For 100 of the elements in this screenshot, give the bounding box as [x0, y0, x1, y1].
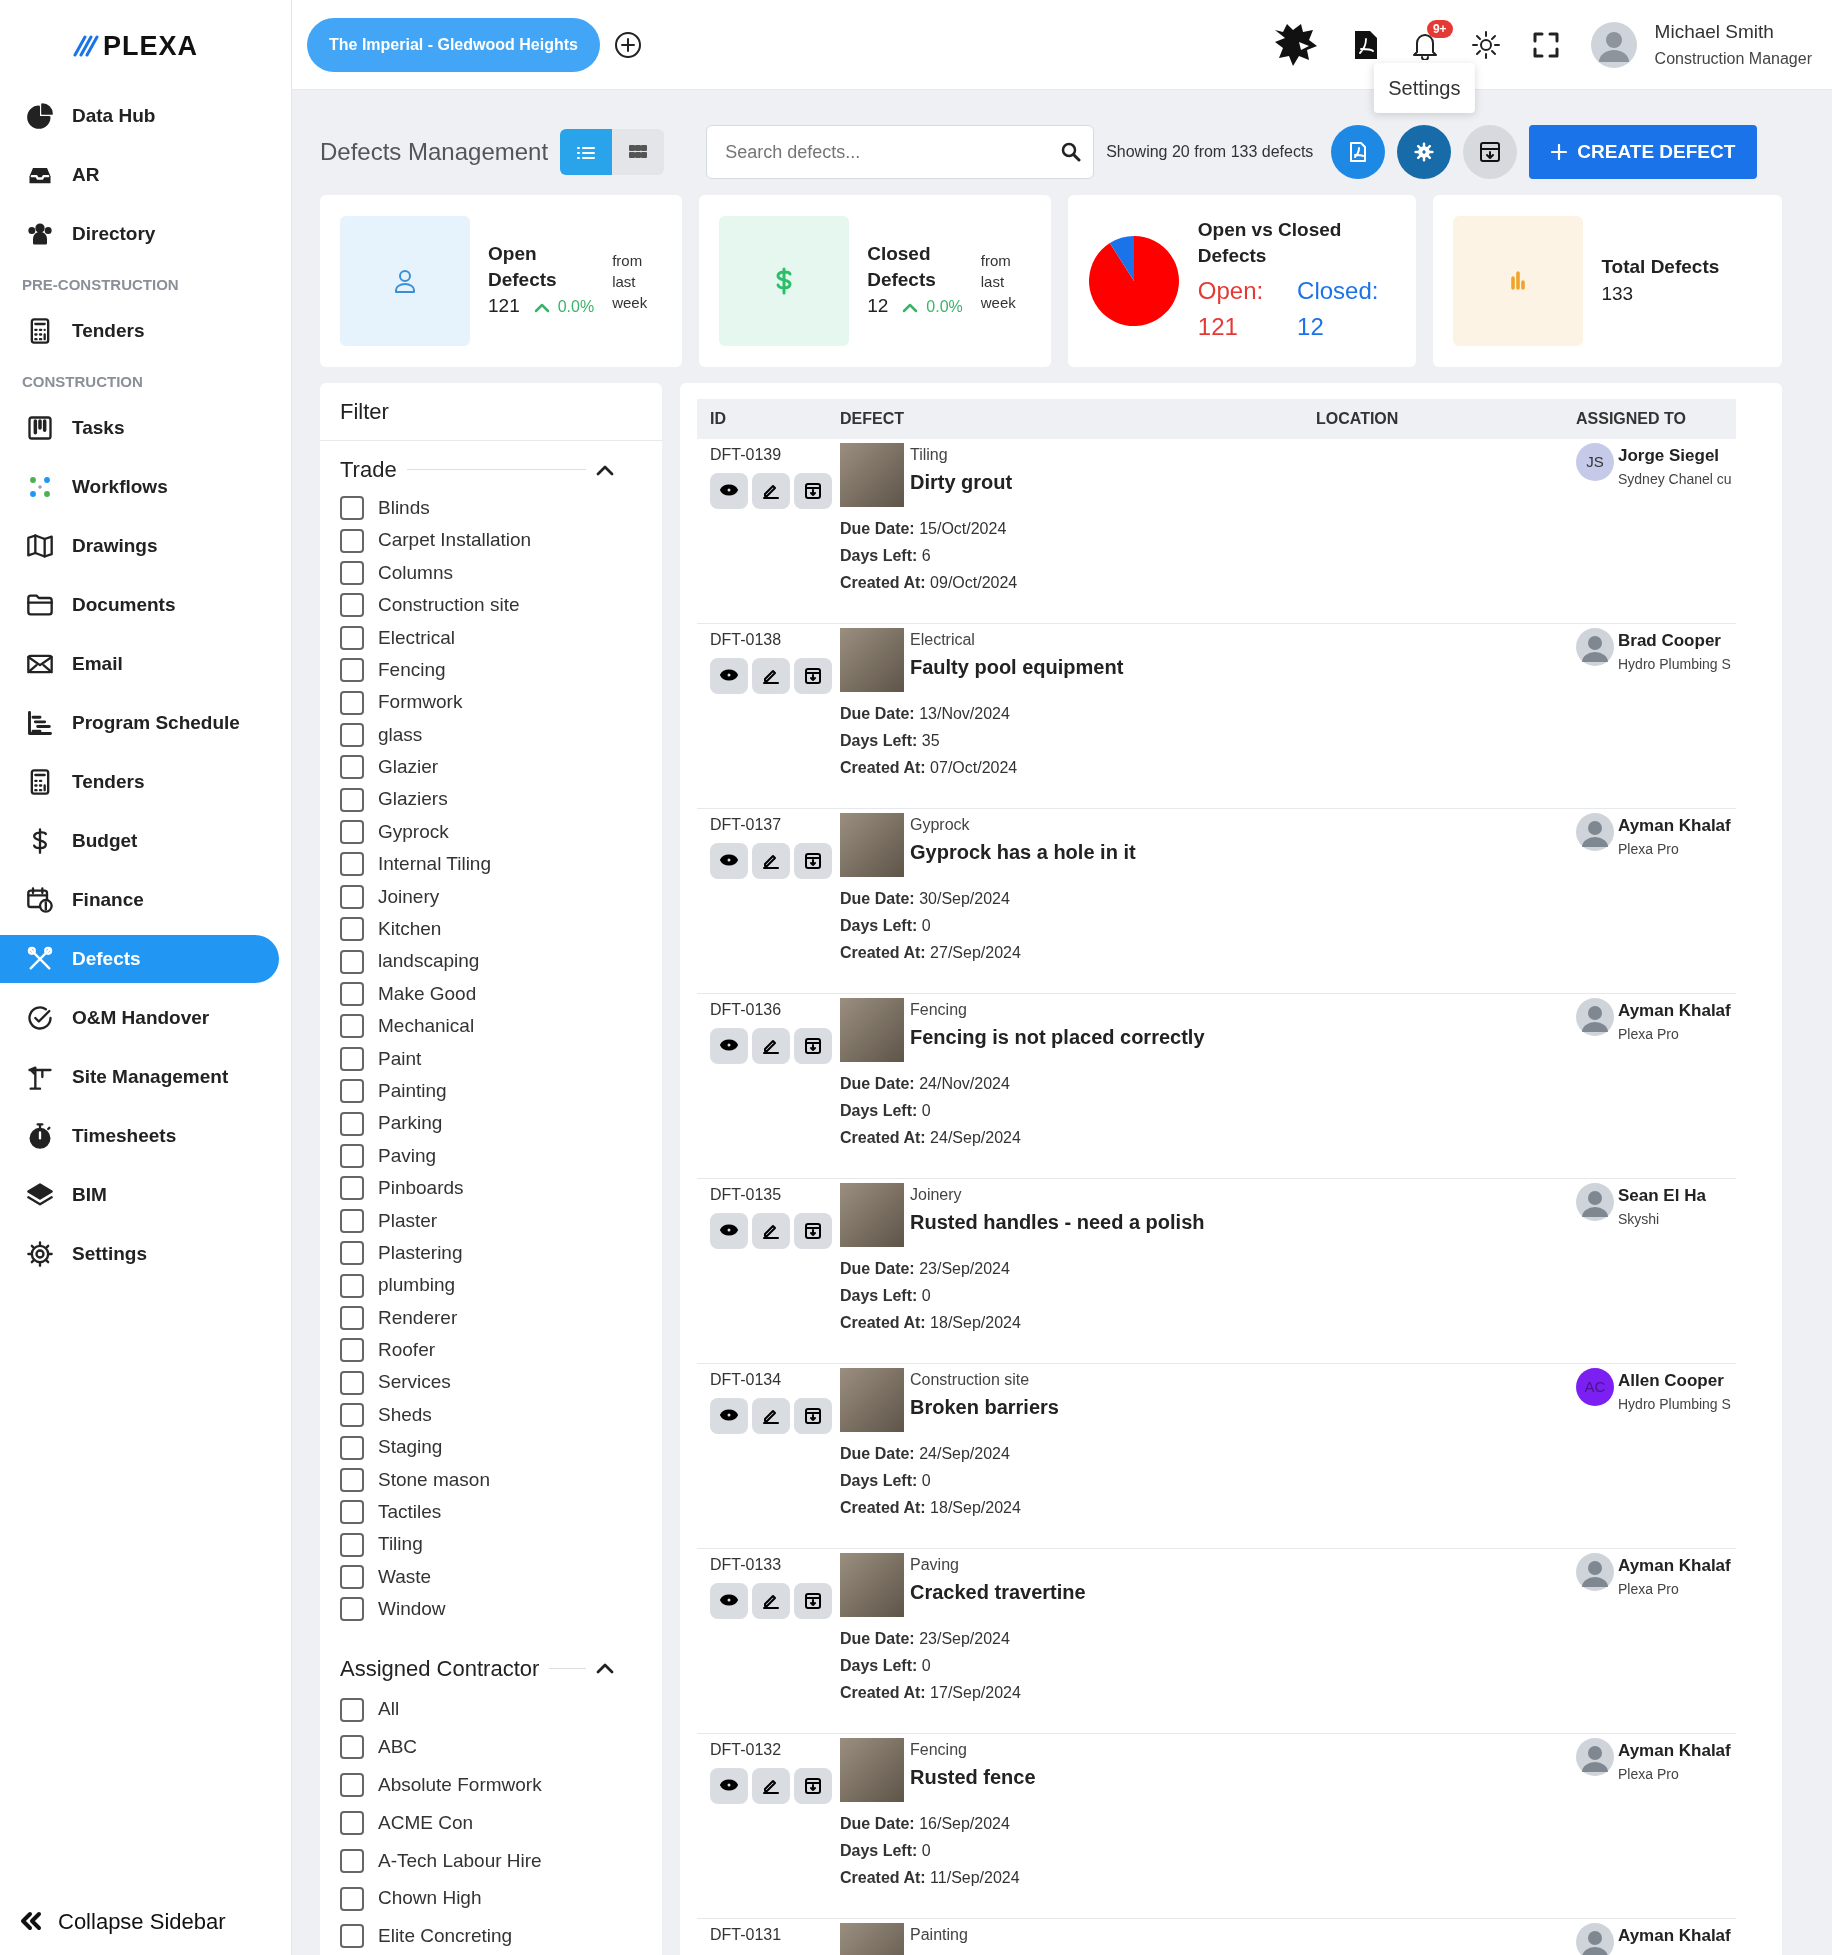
- view-button[interactable]: [710, 1213, 748, 1249]
- archive-button[interactable]: [794, 1768, 832, 1804]
- sidebar-item[interactable]: Budget: [0, 817, 279, 865]
- create-defect-button[interactable]: CREATE DEFECT: [1529, 125, 1758, 179]
- sidebar-item[interactable]: Data Hub: [0, 92, 279, 140]
- checkbox[interactable]: [340, 1079, 364, 1104]
- checkbox[interactable]: [340, 1697, 364, 1722]
- chevron-up-icon[interactable]: [596, 463, 614, 476]
- add-icon[interactable]: [613, 30, 642, 59]
- view-button[interactable]: [710, 1028, 748, 1064]
- checkbox[interactable]: [340, 690, 364, 715]
- checkbox[interactable]: [340, 949, 364, 974]
- archive-button[interactable]: [1463, 125, 1518, 179]
- edit-button[interactable]: [752, 1768, 790, 1804]
- view-button[interactable]: [710, 1583, 748, 1619]
- view-button[interactable]: [710, 1768, 748, 1804]
- sidebar-item[interactable]: Site Management: [0, 1053, 279, 1101]
- checkbox[interactable]: [340, 1208, 364, 1233]
- view-toggle-button[interactable]: [560, 129, 613, 175]
- pdf-button[interactable]: [1331, 125, 1386, 179]
- settings-button[interactable]: [1397, 125, 1452, 179]
- archive-button[interactable]: [794, 473, 832, 509]
- sidebar-item[interactable]: Tenders: [0, 307, 279, 355]
- checkbox[interactable]: [340, 884, 364, 909]
- view-toggle-button[interactable]: [612, 129, 665, 175]
- edit-button[interactable]: [752, 1213, 790, 1249]
- expand-icon[interactable]: [1532, 31, 1559, 58]
- checkbox[interactable]: [340, 1305, 364, 1330]
- checkbox[interactable]: [340, 1144, 364, 1168]
- sidebar-item[interactable]: Tenders: [0, 758, 279, 806]
- archive-button[interactable]: [794, 1213, 832, 1249]
- checkbox[interactable]: [340, 917, 364, 942]
- sidebar-item[interactable]: Program Schedule: [0, 699, 279, 747]
- checkbox[interactable]: [340, 1848, 364, 1873]
- sidebar-item[interactable]: Email: [0, 640, 279, 688]
- checkbox[interactable]: [340, 593, 364, 618]
- checkbox[interactable]: [340, 560, 364, 585]
- checkbox[interactable]: [340, 658, 364, 683]
- search-field[interactable]: Search defects...: [723, 126, 1062, 178]
- checkbox[interactable]: [340, 852, 364, 877]
- edit-button[interactable]: [752, 843, 790, 879]
- checkbox[interactable]: [340, 755, 364, 780]
- collapse-sidebar-link[interactable]: Collapse Sidebar: [0, 1901, 291, 1941]
- checkbox[interactable]: [340, 722, 364, 747]
- checkbox[interactable]: [340, 625, 364, 650]
- checkbox[interactable]: [340, 1532, 364, 1557]
- checkbox[interactable]: [340, 787, 364, 812]
- checkbox[interactable]: [340, 496, 364, 521]
- sidebar-item[interactable]: Finance: [0, 876, 279, 924]
- checkbox[interactable]: [340, 1273, 364, 1298]
- chevron-up-icon[interactable]: [596, 1662, 614, 1675]
- view-button[interactable]: [710, 1398, 748, 1434]
- checkbox[interactable]: [340, 1338, 364, 1363]
- sun-icon[interactable]: [1470, 29, 1501, 60]
- checkbox[interactable]: [340, 1046, 364, 1071]
- checkbox[interactable]: [340, 1403, 364, 1428]
- checkbox[interactable]: [340, 1735, 364, 1760]
- checkbox[interactable]: [340, 1500, 364, 1525]
- archive-button[interactable]: [794, 1583, 832, 1619]
- checkbox[interactable]: [340, 1597, 364, 1622]
- sidebar-item[interactable]: Documents: [0, 581, 279, 629]
- view-button[interactable]: [710, 843, 748, 879]
- archive-button[interactable]: [794, 843, 832, 879]
- checkbox[interactable]: [340, 1435, 364, 1460]
- sidebar-item[interactable]: AR: [0, 151, 279, 199]
- checkbox[interactable]: [340, 820, 364, 845]
- checkbox[interactable]: [340, 1467, 364, 1492]
- sidebar-item[interactable]: O&M Handover: [0, 994, 279, 1042]
- checkbox[interactable]: [340, 1111, 364, 1136]
- checkbox[interactable]: [340, 1924, 364, 1949]
- checkbox[interactable]: [340, 1565, 364, 1590]
- checkbox[interactable]: [340, 1886, 364, 1911]
- checkbox[interactable]: [340, 982, 364, 1007]
- sidebar-item[interactable]: Drawings: [0, 522, 279, 570]
- view-button[interactable]: [710, 473, 748, 509]
- edit-button[interactable]: [752, 473, 790, 509]
- edit-button[interactable]: [752, 1028, 790, 1064]
- avatar[interactable]: [1590, 21, 1637, 68]
- checkbox[interactable]: [340, 528, 364, 553]
- view-button[interactable]: [710, 658, 748, 694]
- archive-button[interactable]: [794, 1028, 832, 1064]
- edit-button[interactable]: [752, 658, 790, 694]
- sidebar-item[interactable]: Timesheets: [0, 1112, 279, 1160]
- document-icon[interactable]: [1352, 28, 1379, 61]
- sidebar-item[interactable]: Directory: [0, 210, 279, 258]
- sidebar-item[interactable]: Workflows: [0, 463, 279, 511]
- checkbox[interactable]: [340, 1241, 364, 1266]
- checkbox[interactable]: [340, 1176, 364, 1201]
- checkbox[interactable]: [340, 1773, 364, 1798]
- archive-button[interactable]: [794, 1398, 832, 1434]
- archive-button[interactable]: [794, 658, 832, 694]
- sidebar-item[interactable]: Tasks: [0, 404, 279, 452]
- sidebar-item[interactable]: Settings: [0, 1230, 279, 1278]
- search-field[interactable]: Search defects...: [706, 125, 1095, 179]
- checkbox[interactable]: [340, 1370, 364, 1395]
- checkbox[interactable]: [340, 1014, 364, 1039]
- sidebar-item[interactable]: BIM: [0, 1171, 279, 1219]
- edit-button[interactable]: [752, 1583, 790, 1619]
- checkbox[interactable]: [340, 1810, 364, 1835]
- edit-button[interactable]: [752, 1398, 790, 1434]
